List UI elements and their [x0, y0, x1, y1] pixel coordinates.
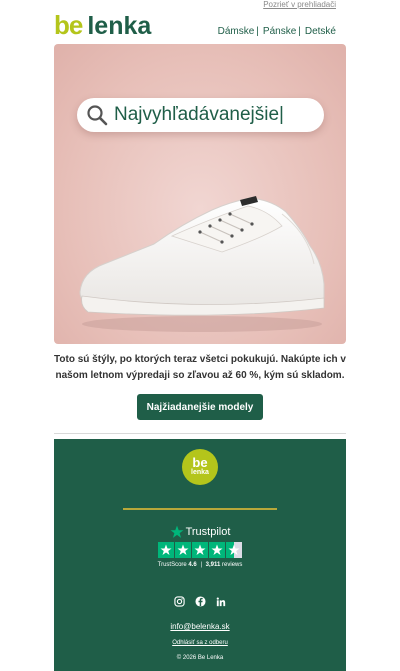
nav-separator: | — [298, 26, 301, 37]
top-nav: Dámske | Pánske | Detské — [218, 26, 336, 37]
view-in-browser-link[interactable]: Pozrieť v prehliadači — [263, 0, 336, 9]
hero-search-bar: Najvyhľadávanejšie| — [77, 98, 324, 132]
footer: be lenka Trustpilot TrustScore 4.6 | 3,9… — [54, 439, 346, 671]
trustpilot-star-icon — [170, 525, 183, 538]
nav-item-detske[interactable]: Detské — [305, 26, 336, 37]
footer-logo-be: be — [192, 455, 208, 470]
trustscore-value: 4.6 — [188, 562, 197, 568]
contact-email-link[interactable]: info@belenka.sk — [54, 622, 346, 631]
trustscore-label: TrustScore — [157, 562, 187, 568]
be-lenka-logo[interactable]: be lenka — [54, 12, 151, 39]
footer-divider — [123, 508, 277, 510]
hero-banner[interactable]: Najvyhľadávanejšie| — [54, 44, 346, 344]
search-text: Najvyhľadávanejšie| — [114, 104, 284, 125]
social-links — [54, 596, 346, 607]
nav-item-panske[interactable]: Pánske — [263, 26, 296, 37]
logo-be: be — [54, 10, 83, 40]
nav-separator: | — [256, 26, 259, 37]
star-icon — [191, 542, 208, 558]
star-icon — [208, 542, 225, 558]
half-star-icon — [225, 542, 242, 558]
promo-text: Toto sú štýly, po ktorých teraz všetci p… — [54, 354, 346, 381]
trustpilot-stars — [54, 542, 346, 558]
star-icon — [174, 542, 191, 558]
footer-logo-lenka: lenka — [191, 469, 209, 476]
trustpilot-widget[interactable]: Trustpilot TrustScore 4.6 | 3,911 review… — [54, 525, 346, 568]
header: be lenka Dámske | Pánske | Detské — [54, 12, 346, 42]
unsubscribe-link[interactable]: Odhlásiť sa z odberu — [54, 640, 346, 646]
star-icon — [157, 542, 174, 558]
white-sneaker-image — [72, 174, 332, 344]
copyright: © 2026 Be Lenka — [176, 655, 224, 661]
reviews-count: 3,911 — [205, 562, 221, 568]
trustpilot-brand: Trustpilot — [185, 526, 231, 538]
trustscore-separator: | — [200, 562, 202, 568]
cta-button[interactable]: Najžiadanejšie modely — [137, 394, 263, 420]
trustpilot-logo: Trustpilot — [54, 525, 346, 539]
linkedin-icon[interactable] — [216, 597, 226, 607]
reviews-label: reviews — [222, 562, 243, 568]
search-icon — [77, 104, 108, 126]
facebook-icon[interactable] — [195, 596, 206, 607]
trustscore-line: TrustScore 4.6 | 3,911 reviews — [54, 562, 346, 568]
logo-lenka: lenka — [87, 12, 152, 40]
instagram-icon[interactable] — [174, 596, 185, 607]
divider — [54, 433, 346, 434]
footer-logo[interactable]: be lenka — [182, 449, 218, 485]
nav-item-damske[interactable]: Dámske — [218, 26, 255, 37]
